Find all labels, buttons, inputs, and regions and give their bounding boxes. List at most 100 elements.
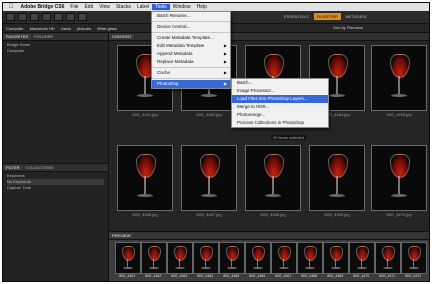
filter-tabs: FILTER COLLECTIONS: [3, 164, 108, 172]
submenu-arrow-icon: ▶: [223, 59, 227, 64]
workspace-metadata[interactable]: METADATA: [343, 13, 370, 20]
submenu-arrow-icon: ▶: [223, 51, 227, 56]
submenu-item-image-processor[interactable]: Image Processor...: [232, 87, 328, 95]
menu-stacks[interactable]: Stacks: [113, 4, 134, 10]
filmstrip-thumbnail[interactable]: [115, 242, 141, 274]
submenu-item-merge-to-hdr[interactable]: Merge to HDR...: [232, 103, 328, 111]
filmstrip-label: IMG_4471: [378, 274, 396, 278]
wine-glass-image: [387, 153, 411, 204]
breadcrumb-folder[interactable]: Wine glass: [94, 26, 120, 31]
menu-item-create-metadata-template[interactable]: Create Metadata Template...: [152, 34, 230, 42]
thumbnail-label: IMG_4468.jpg: [260, 212, 286, 217]
menu-item-label: Edit Metadata Template: [157, 43, 205, 48]
filmstrip-tabs: PREVIEW: [109, 232, 429, 240]
menu-item-photoshop[interactable]: Photoshop ▶: [152, 80, 230, 88]
tab-filter[interactable]: FILTER: [3, 165, 23, 170]
menu-separator: [152, 78, 230, 79]
menu-window[interactable]: Window: [170, 4, 194, 10]
filmstrip-thumbnail[interactable]: [271, 242, 297, 274]
breadcrumb-computer[interactable]: Computer: [3, 26, 27, 31]
filmstrip-thumbnail[interactable]: [193, 242, 219, 274]
menu-view[interactable]: View: [96, 4, 113, 10]
forward-button[interactable]: [18, 13, 27, 21]
breadcrumb-disk[interactable]: Macintosh HD: [27, 26, 58, 31]
favorites-tabs: FAVORITES FOLDERS: [3, 33, 108, 41]
filmstrip-thumbnail[interactable]: [297, 242, 323, 274]
filmstrip-thumbnail[interactable]: [375, 242, 401, 274]
thumbnail-label: IMG_4465.jpg: [386, 112, 412, 117]
thumbnail[interactable]: [309, 145, 365, 211]
filmstrip-thumbnail[interactable]: [349, 242, 375, 274]
filmstrip-thumbnail[interactable]: [141, 242, 167, 274]
filter-item-capture-time[interactable]: Capture Time: [7, 185, 104, 191]
thumbnail[interactable]: [117, 145, 173, 211]
thumbnail-label: IMG_4469.jpg: [324, 212, 350, 217]
filmstrip-label: IMG_4467: [274, 274, 292, 278]
menu-item-label: Photoshop: [157, 81, 179, 86]
filmstrip-label: IMG_4470: [352, 274, 370, 278]
filmstrip-label: IMG_4469: [326, 274, 344, 278]
submenu-item-photomerge[interactable]: Photomerge...: [232, 111, 328, 119]
sort-controls: Sort by Filename: [333, 25, 363, 30]
favorites-list: Bridge Home Computer: [3, 41, 108, 55]
menu-label[interactable]: Label: [134, 4, 152, 10]
tab-preview[interactable]: PREVIEW: [109, 233, 134, 238]
filmstrip-panel: PREVIEW IMG_4461 IMG_4462 IMG_4463 IMG_4…: [109, 231, 429, 281]
wine-glass-image: [197, 153, 221, 204]
breadcrumb-users[interactable]: Users: [58, 26, 74, 31]
thumbnail[interactable]: [245, 145, 301, 211]
menu-tools[interactable]: Tools: [152, 4, 170, 10]
submenu-arrow-icon: ▶: [223, 43, 227, 48]
thumbnail[interactable]: [371, 45, 427, 111]
apple-icon[interactable]: : [3, 4, 18, 10]
breadcrumb-pictures[interactable]: pictures: [74, 26, 94, 31]
submenu-item-load-files-into-layers[interactable]: Load Files into Photoshop Layers...: [232, 95, 328, 103]
workspace-essentials[interactable]: ESSENTIALS: [281, 13, 312, 20]
submenu-arrow-icon: ▶: [223, 81, 227, 86]
menu-item-append-metadata[interactable]: Append Metadata ▶: [152, 50, 230, 58]
back-button[interactable]: [6, 13, 15, 21]
refine-button[interactable]: [66, 13, 75, 21]
favorite-item-computer[interactable]: Computer: [7, 48, 104, 54]
thumbnail[interactable]: [181, 145, 237, 211]
filmstrip-thumbnail[interactable]: [245, 242, 271, 274]
menu-app-name[interactable]: Adobe Bridge CS6: [18, 4, 68, 10]
menu-item-label: Device Central...: [157, 24, 191, 29]
menu-item-cache[interactable]: Cache ▶: [152, 69, 230, 77]
menu-edit[interactable]: Edit: [81, 4, 96, 10]
submenu-item-batch[interactable]: Batch...: [232, 79, 328, 87]
sort-by-label[interactable]: Sort by Filename: [333, 25, 363, 30]
menu-help[interactable]: Help: [194, 4, 210, 10]
workspace-switcher: ESSENTIALS FILMSTRIP METADATA: [281, 13, 371, 20]
boomerang-icon[interactable]: [42, 13, 51, 21]
filmstrip-label: IMG_4462: [144, 274, 162, 278]
wine-glass-image: [387, 53, 411, 104]
tab-favorites[interactable]: FAVORITES: [3, 34, 32, 39]
menu-item-device-central[interactable]: Device Central...: [152, 23, 230, 31]
tab-collections[interactable]: COLLECTIONS: [22, 165, 56, 170]
menu-item-label: Cache: [157, 70, 171, 75]
submenu-arrow-icon: ▶: [223, 70, 227, 75]
tab-folders[interactable]: FOLDERS: [31, 34, 56, 39]
menu-item-edit-metadata-template[interactable]: Edit Metadata Template ▶: [152, 42, 230, 50]
open-in-camera-raw-button[interactable]: [78, 13, 87, 21]
filmstrip-thumbnail[interactable]: [219, 242, 245, 274]
menu-file[interactable]: File: [67, 4, 81, 10]
filmstrip-label: IMG_4466: [248, 274, 266, 278]
favorites-panel: FAVORITES FOLDERS Bridge Home Computer: [3, 33, 108, 161]
filmstrip-thumbnail[interactable]: [167, 242, 193, 274]
thumbnail[interactable]: [371, 145, 427, 211]
menu-item-replace-metadata[interactable]: Replace Metadata ▶: [152, 58, 230, 66]
filmstrip-label: IMG_4461: [118, 274, 136, 278]
filter-list: Keywords No Keywords Capture Time: [3, 172, 108, 192]
recent-files-button[interactable]: [30, 13, 39, 21]
menu-item-batch-rename[interactable]: Batch Rename...: [152, 12, 230, 20]
filmstrip-thumbnail[interactable]: [323, 242, 349, 274]
camera-download-icon[interactable]: [54, 13, 63, 21]
menu-separator: [152, 21, 230, 22]
filmstrip-thumbnail[interactable]: [401, 242, 427, 274]
submenu-item-process-collections[interactable]: Process Collections in Photoshop: [232, 119, 328, 127]
filmstrip-label: IMG_4472: [404, 274, 422, 278]
tab-content[interactable]: CONTENT: [109, 34, 135, 39]
workspace-filmstrip[interactable]: FILMSTRIP: [313, 13, 341, 20]
